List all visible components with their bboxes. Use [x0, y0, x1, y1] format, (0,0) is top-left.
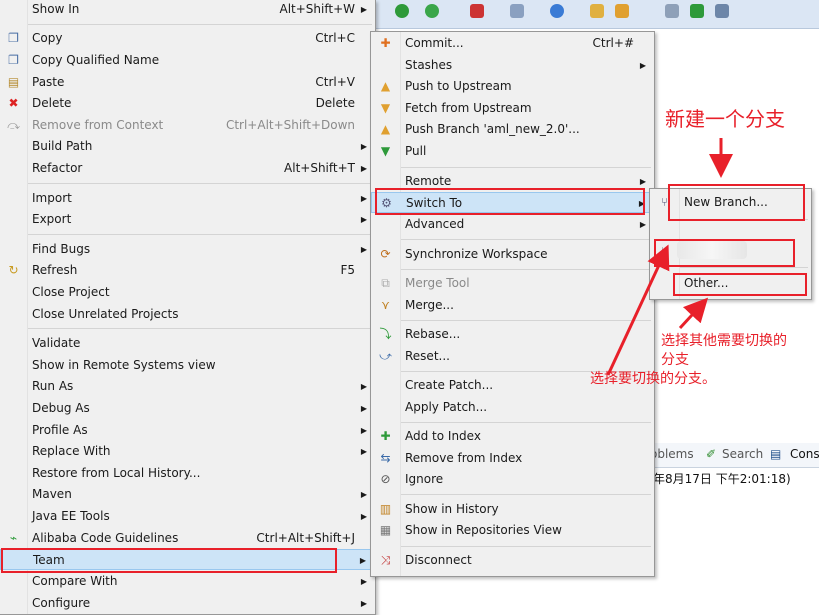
annotation-arrows: [606, 138, 733, 376]
annotation-select-branch: 选择要切换的分支。: [590, 371, 716, 387]
annotation-select-other-1: 选择其他需要切换的: [661, 333, 787, 349]
annotation-new-branch: 新建一个分支: [665, 107, 785, 131]
arrow-other: [678, 297, 709, 330]
annotation-select-other-2: 分支: [661, 352, 689, 368]
arrow-select-branch: [606, 244, 670, 376]
